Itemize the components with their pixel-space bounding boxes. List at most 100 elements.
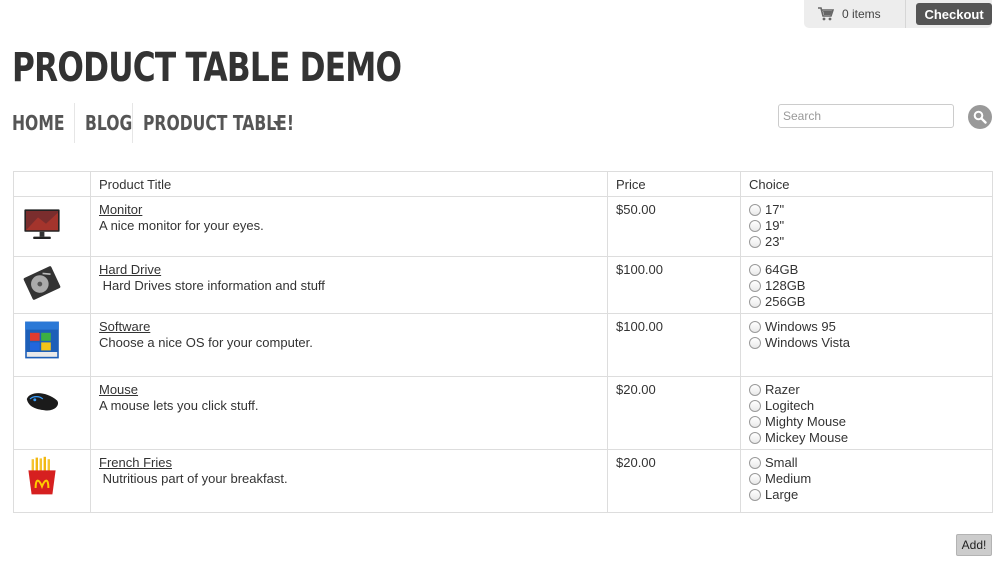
nav-item-product-table[interactable]: Product Table! — [133, 103, 294, 143]
radio-button[interactable] — [749, 280, 761, 292]
cart-summary[interactable]: 0 items — [804, 7, 905, 21]
product-price: $50.00 — [616, 202, 656, 217]
product-title-cell: Monitor A nice monitor for your eyes. — [90, 196, 608, 257]
radio-button[interactable] — [749, 384, 761, 396]
product-price: $20.00 — [616, 382, 656, 397]
software-box-thumbnail — [25, 321, 59, 359]
radio-button[interactable] — [749, 337, 761, 349]
cart-divider — [905, 0, 907, 28]
product-description: A nice monitor for your eyes. — [99, 218, 264, 233]
main-nav: Home Blog Product Table! — [12, 103, 294, 143]
product-image-cell — [13, 256, 91, 314]
hard-drive-thumbnail — [23, 266, 61, 300]
choice-label: Medium — [765, 471, 812, 486]
product-choice-cell: 64GB 128GB 256GB — [740, 256, 993, 314]
column-header-choice: Choice — [740, 171, 993, 197]
product-title-cell: Hard Drive Hard Drives store information… — [90, 256, 608, 314]
product-price-cell: $20.00 — [607, 449, 741, 513]
choice-option[interactable]: 256GB — [749, 294, 984, 310]
search-icon — [973, 110, 987, 124]
product-price-cell: $20.00 — [607, 376, 741, 450]
choice-label: 64GB — [765, 262, 799, 277]
product-choice-cell: Small Medium Large — [740, 449, 993, 513]
radio-button[interactable] — [749, 457, 761, 469]
choice-label: Mickey Mouse — [765, 430, 849, 445]
radio-button[interactable] — [749, 220, 761, 232]
radio-button[interactable] — [749, 204, 761, 216]
choice-option[interactable]: Medium — [749, 471, 984, 487]
nav-item-blog[interactable]: Blog — [75, 103, 133, 143]
search-button[interactable] — [968, 105, 992, 129]
search-input[interactable] — [778, 104, 954, 128]
choice-label: 19" — [765, 218, 785, 233]
radio-button[interactable] — [749, 416, 761, 428]
product-image-cell — [13, 449, 91, 513]
choice-option[interactable]: 17" — [749, 202, 984, 218]
choice-label: Razer — [765, 382, 800, 397]
product-link[interactable]: Software — [99, 319, 599, 335]
choice-option[interactable]: 128GB — [749, 278, 984, 294]
choice-label: 128GB — [765, 278, 806, 293]
choice-label: 23" — [765, 234, 785, 249]
radio-button[interactable] — [749, 236, 761, 248]
product-price-cell: $100.00 — [607, 313, 741, 377]
column-header-image — [13, 171, 91, 197]
product-table: Product Title Price Choice Monitor A nic… — [13, 171, 993, 513]
radio-button[interactable] — [749, 432, 761, 444]
table-row: Monitor A nice monitor for your eyes. $5… — [13, 196, 993, 257]
choice-label: Mighty Mouse — [765, 414, 846, 429]
radio-button[interactable] — [749, 400, 761, 412]
column-header-price: Price — [607, 171, 741, 197]
choice-option[interactable]: Windows 95 — [749, 319, 984, 335]
radio-button[interactable] — [749, 321, 761, 333]
radio-button[interactable] — [749, 264, 761, 276]
choice-option[interactable]: 64GB — [749, 262, 984, 278]
table-row: Software Choose a nice OS for your compu… — [13, 313, 993, 377]
product-description: Nutritious part of your breakfast. — [99, 471, 288, 486]
choice-label: 17" — [765, 202, 785, 217]
choice-option[interactable]: Small — [749, 455, 984, 471]
choice-label: Small — [765, 455, 798, 470]
table-row: French Fries Nutritious part of your bre… — [13, 449, 993, 513]
product-choice-cell: 17" 19" 23" — [740, 196, 993, 257]
nav-item-label: Blog — [85, 111, 133, 135]
table-row: Mouse A mouse lets you click stuff. $20.… — [13, 376, 993, 450]
product-link[interactable]: Hard Drive — [99, 262, 599, 278]
mouse-thumbnail — [26, 393, 59, 411]
table-row: Hard Drive Hard Drives store information… — [13, 256, 993, 314]
site-title[interactable]: Product Table Demo — [12, 42, 402, 94]
checkout-button[interactable]: Checkout — [916, 3, 992, 25]
choice-option[interactable]: Windows Vista — [749, 335, 984, 351]
product-link[interactable]: Monitor — [99, 202, 599, 218]
choice-option[interactable]: Mickey Mouse — [749, 430, 984, 446]
choice-option[interactable]: 19" — [749, 218, 984, 234]
page: 0 items Checkout Product Table Demo Home… — [0, 0, 1002, 577]
french-fries-thumbnail — [28, 456, 56, 495]
product-price: $100.00 — [616, 262, 663, 277]
product-description: Choose a nice OS for your computer. — [99, 335, 313, 350]
choice-option[interactable]: Large — [749, 487, 984, 503]
product-description: A mouse lets you click stuff. — [99, 398, 259, 413]
product-link[interactable]: Mouse — [99, 382, 599, 398]
radio-button[interactable] — [749, 489, 761, 501]
product-description: Hard Drives store information and stuff — [99, 278, 325, 293]
choice-label: Windows 95 — [765, 319, 836, 334]
choice-label: Logitech — [765, 398, 815, 413]
choice-option[interactable]: Logitech — [749, 398, 984, 414]
product-price-cell: $50.00 — [607, 196, 741, 257]
product-link[interactable]: French Fries — [99, 455, 599, 471]
choice-option[interactable]: 23" — [749, 234, 984, 250]
choice-option[interactable]: Mighty Mouse — [749, 414, 984, 430]
cart-icon — [818, 7, 834, 21]
choice-option[interactable]: Razer — [749, 382, 984, 398]
radio-button[interactable] — [749, 296, 761, 308]
product-price: $20.00 — [616, 455, 656, 470]
add-button[interactable]: Add! — [956, 534, 992, 556]
product-title-cell: Software Choose a nice OS for your compu… — [90, 313, 608, 377]
radio-button[interactable] — [749, 473, 761, 485]
product-image-cell — [13, 196, 91, 257]
column-header-title: Product Title — [90, 171, 608, 197]
product-image-cell — [13, 313, 91, 377]
nav-item-home[interactable]: Home — [12, 103, 75, 143]
choice-label: Large — [765, 487, 799, 502]
